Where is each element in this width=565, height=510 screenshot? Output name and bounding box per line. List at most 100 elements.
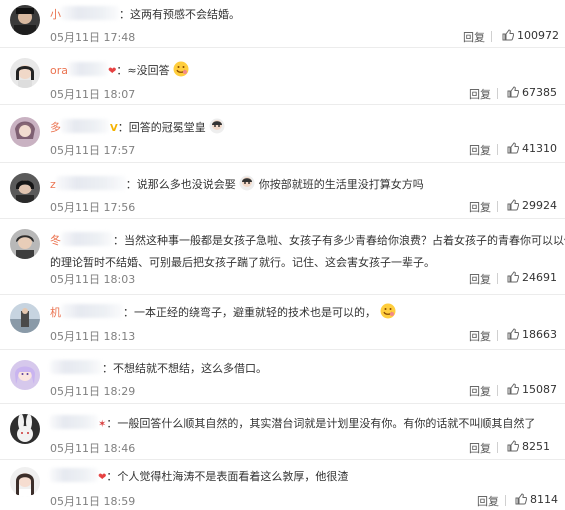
- thumbs-up-icon: [502, 29, 514, 41]
- comment-time: 05月11日 18:03: [50, 273, 136, 286]
- username-blur: [50, 360, 102, 374]
- avatar[interactable]: [10, 5, 40, 35]
- sticker-emoji-icon: [239, 175, 255, 191]
- comment-text: ：≈没回答: [116, 64, 170, 77]
- like-count: 67385: [522, 86, 557, 99]
- comment-item: ❤：个人觉得杜海涛不是表面看着这么敦厚，他很渣 05月11日 18:59 回复 …: [0, 460, 565, 510]
- divider: [497, 442, 498, 453]
- divider: [497, 273, 498, 284]
- reply-button[interactable]: 回复: [463, 29, 485, 45]
- username-blur: [55, 176, 126, 190]
- comment-time: 05月11日 18:59: [50, 495, 136, 508]
- thumbs-up-icon: [507, 142, 519, 154]
- reply-button[interactable]: 回复: [469, 440, 491, 456]
- reply-button[interactable]: 回复: [469, 199, 491, 215]
- like-count: 24691: [522, 271, 557, 284]
- comment-item: z ：说那么多也没说会娶 你按部就班的生活里没打算女方吗 05月11日 17:56…: [0, 163, 565, 219]
- avatar[interactable]: [10, 414, 40, 444]
- reply-button[interactable]: 回复: [469, 328, 491, 344]
- username-blur: [61, 232, 113, 246]
- username[interactable]: ora: [50, 64, 68, 77]
- username[interactable]: 冬: [50, 234, 61, 247]
- reply-button[interactable]: 回复: [477, 493, 499, 509]
- comment-time: 05月11日 18:29: [50, 385, 136, 398]
- like-button[interactable]: 15087: [507, 383, 557, 396]
- divider: [497, 330, 498, 341]
- like-button[interactable]: 24691: [507, 271, 557, 284]
- like-count: 41310: [522, 142, 557, 155]
- comment-item: 机 ：一本正经的绕弯子，避重就轻的技术也是可以的， 05月11日 18:13 回复…: [0, 295, 565, 350]
- username[interactable]: 小: [50, 8, 61, 21]
- username-blur: [61, 119, 109, 133]
- username-blur: [61, 304, 123, 318]
- comment-time: 05月11日 17:56: [50, 201, 136, 214]
- comment-text-continued: 你按部就班的生活里没打算女方吗: [258, 178, 424, 191]
- divider: [497, 201, 498, 212]
- divider: [505, 495, 506, 506]
- thumbs-up-icon: [507, 199, 519, 211]
- comment-item: ora ❤：≈没回答 05月11日 18:07 回复 67385: [0, 48, 565, 105]
- comment-item: 多 V：回答的冠冕堂皇 05月11日 17:57 回复 41310: [0, 105, 565, 163]
- like-count: 8251: [522, 440, 550, 453]
- comment-text: ：说那么多也没说会娶: [125, 178, 236, 191]
- reply-button[interactable]: 回复: [469, 86, 491, 102]
- comment-item: ：不想结就不想结，这么多借口。 05月11日 18:29 回复 15087: [0, 350, 565, 404]
- username-blur: [50, 468, 98, 482]
- username[interactable]: z: [50, 178, 56, 191]
- like-button[interactable]: 41310: [507, 142, 557, 155]
- username[interactable]: 多: [50, 121, 61, 134]
- avatar[interactable]: [10, 173, 40, 203]
- sticker-emoji-icon: [209, 118, 225, 134]
- comment-time: 05月11日 17:57: [50, 144, 136, 157]
- reply-button[interactable]: 回复: [469, 271, 491, 287]
- like-count: 100972: [517, 29, 559, 42]
- like-button[interactable]: 8251: [507, 440, 550, 453]
- username-blur: [68, 62, 108, 76]
- username-blur: [50, 415, 98, 429]
- divider: [497, 88, 498, 99]
- comment-text: ：个人觉得杜海涛不是表面看着这么敦厚，他很渣: [106, 470, 349, 483]
- divider: [497, 385, 498, 396]
- smile-emoji-icon: [173, 61, 189, 77]
- avatar[interactable]: [10, 58, 40, 88]
- verified-badge: V: [110, 123, 118, 134]
- thumbs-up-icon: [507, 271, 519, 283]
- comment-text: ：这两有预感不会结婚。: [119, 8, 240, 21]
- like-button[interactable]: 67385: [507, 86, 557, 99]
- avatar[interactable]: [10, 303, 40, 333]
- avatar[interactable]: [10, 229, 40, 259]
- username[interactable]: 机: [50, 306, 61, 319]
- reply-button[interactable]: 回复: [469, 383, 491, 399]
- like-button[interactable]: 29924: [507, 199, 557, 212]
- thumbs-up-icon: [507, 86, 519, 98]
- comment-time: 05月11日 18:46: [50, 442, 136, 455]
- divider: [491, 31, 492, 42]
- reply-button[interactable]: 回复: [469, 142, 491, 158]
- divider: [497, 144, 498, 155]
- comment-text: ：一般回答什么顺其自然的，其实潜台词就是计划里没有你。有你的话就不叫顺其自然了: [106, 417, 536, 430]
- like-count: 8114: [530, 493, 558, 506]
- username-blur: [61, 6, 119, 20]
- avatar[interactable]: [10, 467, 40, 497]
- comment-text: ：一本正经的绕弯子，避重就轻的技术也是可以的，: [123, 306, 376, 319]
- like-count: 18663: [522, 328, 557, 341]
- avatar[interactable]: [10, 360, 40, 390]
- smile-emoji-icon: [380, 303, 395, 319]
- like-button[interactable]: 8114: [515, 493, 558, 506]
- comment-time: 05月11日 17:48: [50, 31, 136, 44]
- like-button[interactable]: 100972: [502, 29, 559, 42]
- comment-text: ：回答的冠冕堂皇: [117, 121, 206, 134]
- comment-time: 05月11日 18:13: [50, 330, 136, 343]
- thumbs-up-icon: [507, 328, 519, 340]
- avatar[interactable]: [10, 117, 40, 147]
- comment-item: ✶：一般回答什么顺其自然的，其实潜台词就是计划里没有你。有你的话就不叫顺其自然了…: [0, 404, 565, 460]
- like-button[interactable]: 18663: [507, 328, 557, 341]
- like-count: 15087: [522, 383, 557, 396]
- comment-item: 小 ：这两有预感不会结婚。 05月11日 17:48 回复 100972: [0, 0, 565, 48]
- thumbs-up-icon: [515, 493, 527, 505]
- comment-text: ：当然这种事一般都是女孩子急啦、女孩子有多少青春给你浪费？占着女孩子的青春你可以…: [113, 234, 565, 247]
- comment-item: 冬 ：当然这种事一般都是女孩子急啦、女孩子有多少青春给你浪费？占着女孩子的青春你可…: [0, 219, 565, 295]
- thumbs-up-icon: [507, 440, 519, 452]
- like-count: 29924: [522, 199, 557, 212]
- thumbs-up-icon: [507, 383, 519, 395]
